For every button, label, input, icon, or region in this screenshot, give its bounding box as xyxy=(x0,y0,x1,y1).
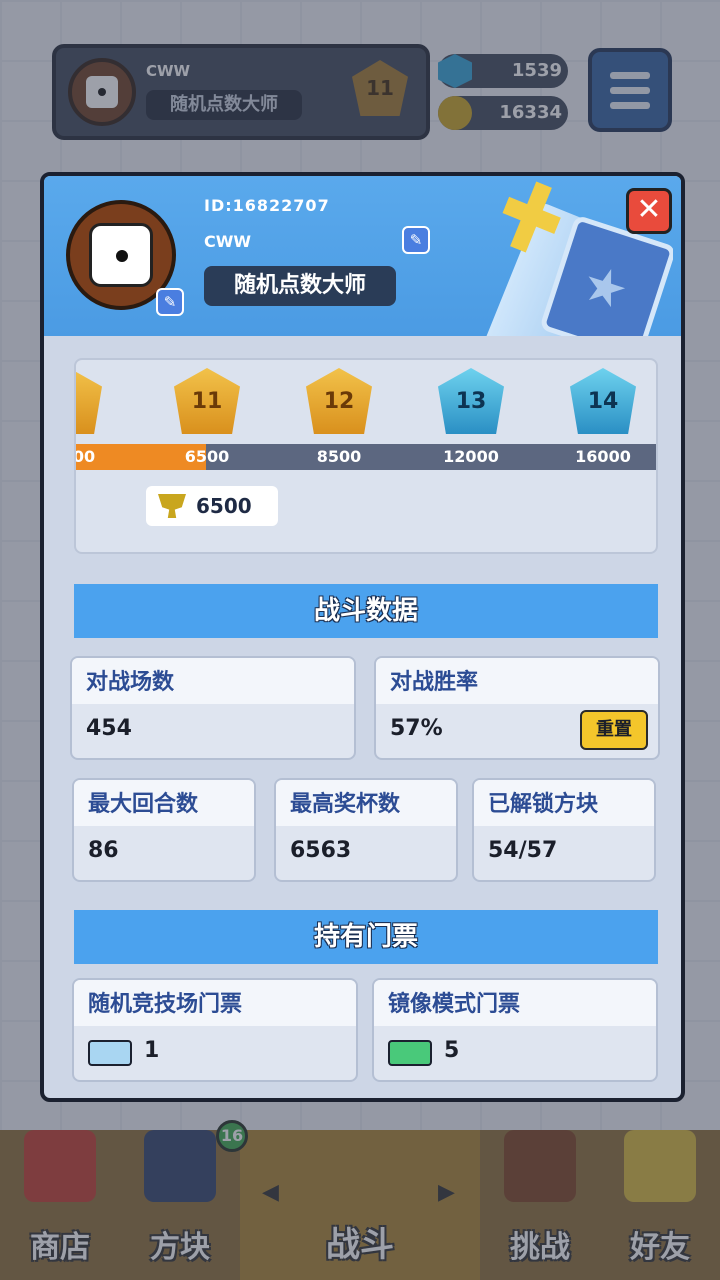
mirror-ticket-card: 镜像模式门票 5 xyxy=(372,978,658,1082)
max-rounds-label: 最大回合数 xyxy=(88,792,199,817)
mirror-ticket-count: 5 xyxy=(444,1038,460,1063)
unlocked-blocks-card: 已解锁方块 54/57 xyxy=(472,778,656,882)
max-rounds-card: 最大回合数 86 xyxy=(72,778,256,882)
matches-card: 对战场数 454 xyxy=(70,656,356,760)
winrate-card: 对战胜率 57% 重置 xyxy=(374,656,660,760)
max-trophies-card: 最高奖杯数 6563 xyxy=(274,778,458,882)
threshold-14: 16000 xyxy=(575,447,631,466)
rank-track-panel[interactable]: 11 12 13 14 00 6500 8500 12000 16000 650… xyxy=(74,358,658,554)
mirror-ticket-icon xyxy=(388,1040,432,1066)
threshold-partial: 00 xyxy=(74,447,96,466)
mirror-ticket-label: 镜像模式门票 xyxy=(388,992,521,1017)
reset-button[interactable]: 重置 xyxy=(580,710,648,750)
arena-ticket-icon xyxy=(88,1040,132,1066)
close-button[interactable]: ✕ xyxy=(626,188,672,234)
matches-value: 454 xyxy=(86,716,132,741)
threshold-12: 8500 xyxy=(316,447,362,466)
current-trophies-pill: 6500 xyxy=(146,486,278,526)
player-id: ID:16822707 xyxy=(204,196,330,215)
matches-label: 对战场数 xyxy=(86,670,175,695)
player-title[interactable]: 随机点数大师 xyxy=(204,266,396,306)
unlocked-blocks-value: 54/57 xyxy=(488,838,558,863)
arena-ticket-label: 随机竞技场门票 xyxy=(88,992,243,1017)
max-trophies-label: 最高奖杯数 xyxy=(290,792,401,817)
threshold-13: 12000 xyxy=(443,447,499,466)
modal-header: ✎ ID:16822707 CWW ✎ 随机点数大师 ✕ xyxy=(44,176,681,336)
rank-emblem-11: 11 xyxy=(174,368,240,434)
rank-emblem-13: 13 xyxy=(438,368,504,434)
winrate-value: 57% xyxy=(390,716,443,741)
rank-progress-track xyxy=(76,444,656,470)
edit-name-button[interactable]: ✎ xyxy=(402,226,430,254)
winrate-label: 对战胜率 xyxy=(390,670,479,695)
battle-stats-header: 战斗数据 xyxy=(74,584,658,638)
rank-emblem-12: 12 xyxy=(306,368,372,434)
trophy-icon xyxy=(158,494,186,518)
dice-icon xyxy=(89,223,153,287)
current-trophies-value: 6500 xyxy=(196,494,252,518)
max-rounds-value: 86 xyxy=(88,838,119,863)
rank-emblem-14: 14 xyxy=(570,368,636,434)
threshold-11: 6500 xyxy=(184,447,230,466)
player-name: CWW xyxy=(204,232,252,251)
profile-modal: ✎ ID:16822707 CWW ✎ 随机点数大师 ✕ 11 12 13 14… xyxy=(40,172,685,1102)
arena-ticket-count: 1 xyxy=(144,1038,160,1063)
dice-pip xyxy=(116,250,128,262)
unlocked-blocks-label: 已解锁方块 xyxy=(488,792,599,817)
max-trophies-value: 6563 xyxy=(290,838,352,863)
rank-emblem-partial xyxy=(76,368,102,434)
tickets-header: 持有门票 xyxy=(74,910,658,964)
arena-ticket-card: 随机竞技场门票 1 xyxy=(72,978,358,1082)
edit-avatar-button[interactable]: ✎ xyxy=(156,288,184,316)
